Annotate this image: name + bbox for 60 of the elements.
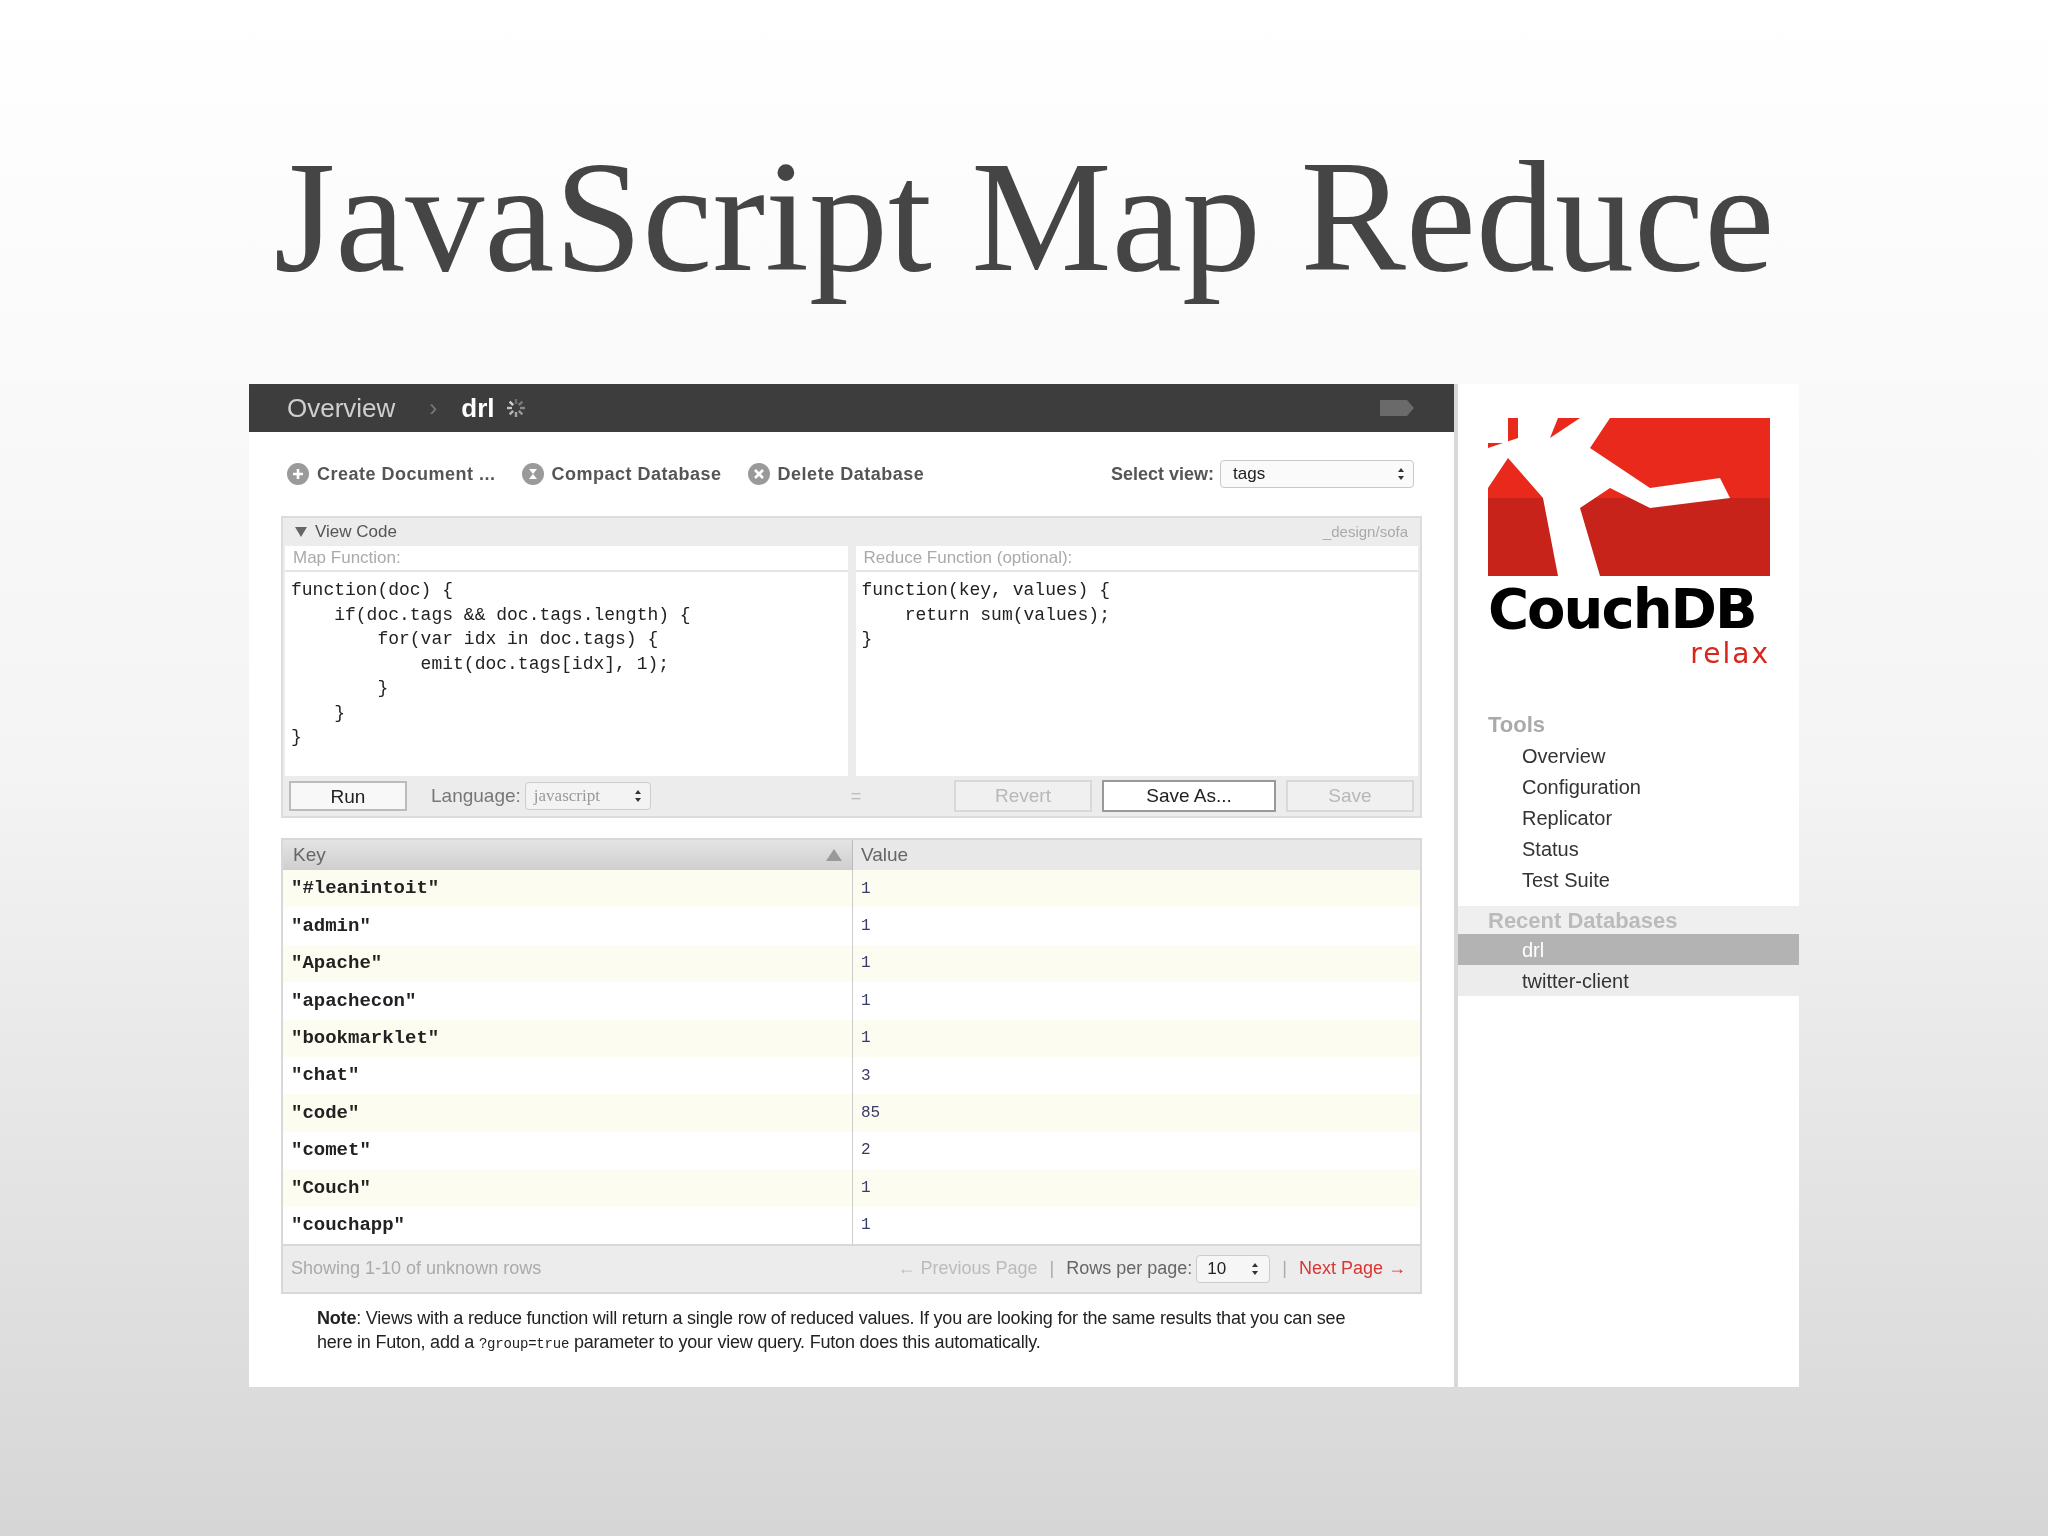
toolbar-action[interactable]: Delete Database: [747, 460, 925, 488]
toolbar-action[interactable]: Compact Database: [521, 460, 722, 488]
breadcrumb-current: drl: [461, 391, 495, 425]
key-cell: "couchapp": [283, 1206, 853, 1244]
stepper-icon: [1251, 1261, 1260, 1276]
pager-divider: |: [1282, 1257, 1287, 1281]
sidebar-item[interactable]: twitter-client: [1458, 965, 1799, 996]
sidebar-item[interactable]: Test Suite: [1458, 865, 1799, 896]
pager-divider: |: [1049, 1257, 1055, 1281]
hourglass-icon: [521, 463, 544, 485]
close-icon: [747, 463, 770, 485]
run-button[interactable]: Run: [289, 781, 407, 811]
spinner-icon: [504, 397, 527, 419]
function-label: Reduce Function (optional):: [855, 546, 1418, 572]
key-cell: "apachecon": [283, 982, 853, 1020]
logo-tagline: relax: [1690, 642, 1770, 666]
rows-per-page-dropdown[interactable]: 10: [1196, 1254, 1271, 1283]
value-cell-text: 1: [860, 878, 872, 900]
rows-per-page-label: Rows per page:: [1066, 1257, 1193, 1281]
code-editor[interactable]: function(doc) { if(doc.tags && doc.tags.length) { for(var idx in doc.tags) { emit(doc.tags[idx], 1); } } }: [285, 572, 848, 776]
row-count-text: Showing 1-10 of unknown rows: [291, 1257, 542, 1281]
value-cell-text: 1: [860, 1028, 872, 1050]
key-cell: "code": [283, 1094, 853, 1132]
tag-icon: [1378, 398, 1416, 418]
slide-title: JavaScript Map Reduce: [273, 138, 1775, 306]
disclosure-triangle-icon[interactable]: [295, 526, 307, 538]
key-cell: "admin": [283, 907, 853, 945]
sidebar-item[interactable]: Configuration: [1458, 772, 1799, 803]
value-cell-text: 3: [860, 1065, 872, 1087]
value-cell-text: 85: [860, 1103, 882, 1125]
select-view-dropdown[interactable]: tags: [1220, 460, 1414, 488]
value-cell-text: 1: [860, 990, 872, 1012]
value-cell-text: 2: [860, 1140, 872, 1162]
breadcrumb-link[interactable]: Overview: [287, 388, 396, 428]
select-view-label: Select view:: [1110, 462, 1214, 486]
plus-icon: [287, 463, 309, 485]
sidebar-item[interactable]: Overview: [1458, 741, 1799, 772]
sidebar-item[interactable]: Status: [1458, 834, 1799, 865]
sidebar-heading: Tools: [1487, 711, 1547, 739]
logo-wordmark: CouchDB: [1488, 576, 1756, 641]
value-cell-text: 1: [860, 953, 872, 975]
view-code-title[interactable]: View Code: [315, 519, 397, 545]
key-cell: "bookmarklet": [283, 1019, 853, 1057]
toolbar-action[interactable]: Create Document ...: [287, 460, 496, 488]
key-cell: "Couch": [283, 1169, 853, 1207]
column-header[interactable]: Value: [853, 840, 1420, 870]
value-cell-text: 1: [860, 916, 872, 938]
function-label: Map Function:: [285, 546, 848, 572]
stepper-icon: [1397, 467, 1405, 481]
breadcrumb-separator: ›: [429, 393, 438, 423]
note-text: Note: Views with a reduce function will return a single row of reduced values. If you are looking for the same results that you can see here in Futon, add a ?group=true parameter to your view query. Futon does this automatically.: [317, 1306, 1347, 1354]
design-doc-label: _design/sofa: [1322, 521, 1408, 542]
sidebar-item[interactable]: Replicator: [1458, 803, 1799, 834]
code-editor[interactable]: function(key, values) { return sum(values); }: [855, 572, 1418, 776]
editor-button[interactable]: Save As...: [1102, 780, 1276, 812]
value-cell-text: 1: [860, 1177, 872, 1199]
value-cell-text: 1: [860, 1215, 872, 1237]
stepper-icon: [633, 789, 642, 803]
next-page-link[interactable]: Next Page →: [1298, 1255, 1406, 1283]
language-label: Language:: [431, 783, 521, 808]
